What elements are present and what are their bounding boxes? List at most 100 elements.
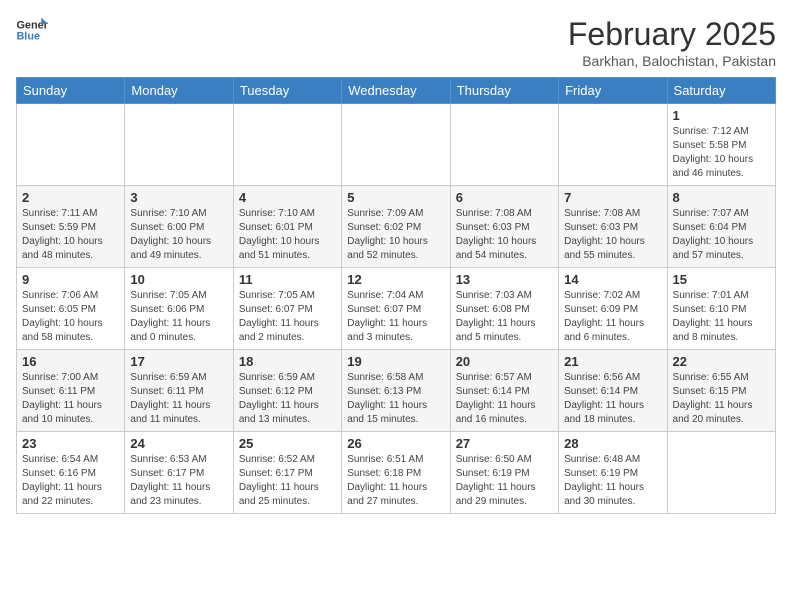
calendar-cell (559, 104, 667, 186)
day-info: Sunrise: 6:59 AM Sunset: 6:11 PM Dayligh… (130, 371, 227, 427)
day-number: 26 (347, 436, 444, 451)
calendar-cell: 21 Sunrise: 6:56 AM Sunset: 6:14 PM Dayli… (559, 350, 667, 432)
day-number: 5 (347, 190, 444, 205)
calendar-cell: 8 Sunrise: 7:07 AM Sunset: 6:04 PM Daylig… (667, 186, 775, 268)
day-info: Sunrise: 7:09 AM Sunset: 6:02 PM Dayligh… (347, 207, 444, 263)
day-number: 6 (456, 190, 553, 205)
calendar-cell: 11 Sunrise: 7:05 AM Sunset: 6:07 PM Dayli… (233, 268, 341, 350)
day-number: 27 (456, 436, 553, 451)
day-info: Sunrise: 7:05 AM Sunset: 6:07 PM Dayligh… (239, 289, 336, 345)
calendar-cell: 2 Sunrise: 7:11 AM Sunset: 5:59 PM Daylig… (17, 186, 125, 268)
calendar-cell: 25Sunrise: 6:52 AM Sunset: 6:17 PM Dayli… (233, 432, 341, 514)
day-number: 28 (564, 436, 661, 451)
day-info: Sunrise: 7:02 AM Sunset: 6:09 PM Dayligh… (564, 289, 661, 345)
day-number: 9 (22, 272, 119, 287)
calendar-week-4: 16Sunrise: 7:00 AM Sunset: 6:11 PM Dayli… (17, 350, 776, 432)
calendar-subtitle: Barkhan, Balochistan, Pakistan (568, 53, 776, 69)
calendar-cell (125, 104, 233, 186)
day-number: 15 (673, 272, 770, 287)
day-info: Sunrise: 7:04 AM Sunset: 6:07 PM Dayligh… (347, 289, 444, 345)
day-info: Sunrise: 7:08 AM Sunset: 6:03 PM Dayligh… (564, 207, 661, 263)
day-info: Sunrise: 7:08 AM Sunset: 6:03 PM Dayligh… (456, 207, 553, 263)
weekday-header-saturday: Saturday (667, 78, 775, 104)
day-info: Sunrise: 7:07 AM Sunset: 6:04 PM Dayligh… (673, 207, 770, 263)
day-number: 14 (564, 272, 661, 287)
calendar-week-5: 23Sunrise: 6:54 AM Sunset: 6:16 PM Dayli… (17, 432, 776, 514)
day-info: Sunrise: 7:01 AM Sunset: 6:10 PM Dayligh… (673, 289, 770, 345)
calendar-cell (17, 104, 125, 186)
calendar-cell (450, 104, 558, 186)
calendar-cell: 6 Sunrise: 7:08 AM Sunset: 6:03 PM Daylig… (450, 186, 558, 268)
calendar-cell: 12 Sunrise: 7:04 AM Sunset: 6:07 PM Dayli… (342, 268, 450, 350)
calendar-week-3: 9Sunrise: 7:06 AM Sunset: 6:05 PM Daylig… (17, 268, 776, 350)
calendar-cell (342, 104, 450, 186)
calendar-cell (667, 432, 775, 514)
weekday-header-row: SundayMondayTuesdayWednesdayThursdayFrid… (17, 78, 776, 104)
day-number: 25 (239, 436, 336, 451)
calendar-cell: 23Sunrise: 6:54 AM Sunset: 6:16 PM Dayli… (17, 432, 125, 514)
weekday-header-sunday: Sunday (17, 78, 125, 104)
calendar-cell: 15 Sunrise: 7:01 AM Sunset: 6:10 PM Dayli… (667, 268, 775, 350)
calendar-cell: 20 Sunrise: 6:57 AM Sunset: 6:14 PM Dayli… (450, 350, 558, 432)
logo: General Blue (16, 16, 48, 44)
day-number: 13 (456, 272, 553, 287)
day-number: 20 (456, 354, 553, 369)
logo-icon: General Blue (16, 16, 48, 44)
day-info: Sunrise: 6:56 AM Sunset: 6:14 PM Dayligh… (564, 371, 661, 427)
weekday-header-wednesday: Wednesday (342, 78, 450, 104)
day-info: Sunrise: 7:10 AM Sunset: 6:00 PM Dayligh… (130, 207, 227, 263)
calendar-cell: 28 Sunrise: 6:48 AM Sunset: 6:19 PM Dayli… (559, 432, 667, 514)
day-info: Sunrise: 7:12 AM Sunset: 5:58 PM Dayligh… (673, 125, 770, 181)
calendar-week-1: 1Sunrise: 7:12 AM Sunset: 5:58 PM Daylig… (17, 104, 776, 186)
calendar-cell: 26 Sunrise: 6:51 AM Sunset: 6:18 PM Dayli… (342, 432, 450, 514)
day-info: Sunrise: 6:50 AM Sunset: 6:19 PM Dayligh… (456, 453, 553, 509)
day-number: 10 (130, 272, 227, 287)
calendar-cell: 3 Sunrise: 7:10 AM Sunset: 6:00 PM Daylig… (125, 186, 233, 268)
day-info: Sunrise: 7:11 AM Sunset: 5:59 PM Dayligh… (22, 207, 119, 263)
day-number: 17 (130, 354, 227, 369)
calendar-cell: 1Sunrise: 7:12 AM Sunset: 5:58 PM Daylig… (667, 104, 775, 186)
day-number: 3 (130, 190, 227, 205)
day-info: Sunrise: 7:03 AM Sunset: 6:08 PM Dayligh… (456, 289, 553, 345)
calendar-cell: 10Sunrise: 7:05 AM Sunset: 6:06 PM Dayli… (125, 268, 233, 350)
day-number: 19 (347, 354, 444, 369)
day-info: Sunrise: 6:57 AM Sunset: 6:14 PM Dayligh… (456, 371, 553, 427)
day-number: 22 (673, 354, 770, 369)
day-info: Sunrise: 6:55 AM Sunset: 6:15 PM Dayligh… (673, 371, 770, 427)
calendar-week-2: 2 Sunrise: 7:11 AM Sunset: 5:59 PM Daylig… (17, 186, 776, 268)
day-info: Sunrise: 6:53 AM Sunset: 6:17 PM Dayligh… (130, 453, 227, 509)
weekday-header-friday: Friday (559, 78, 667, 104)
day-number: 2 (22, 190, 119, 205)
calendar-title: February 2025 (568, 16, 776, 53)
calendar-cell: 17 Sunrise: 6:59 AM Sunset: 6:11 PM Dayli… (125, 350, 233, 432)
day-info: Sunrise: 6:58 AM Sunset: 6:13 PM Dayligh… (347, 371, 444, 427)
day-number: 18 (239, 354, 336, 369)
calendar-table: SundayMondayTuesdayWednesdayThursdayFrid… (16, 77, 776, 514)
svg-text:Blue: Blue (16, 30, 40, 42)
day-number: 8 (673, 190, 770, 205)
calendar-cell: 16Sunrise: 7:00 AM Sunset: 6:11 PM Dayli… (17, 350, 125, 432)
day-number: 21 (564, 354, 661, 369)
day-number: 4 (239, 190, 336, 205)
weekday-header-monday: Monday (125, 78, 233, 104)
calendar-cell: 19 Sunrise: 6:58 AM Sunset: 6:13 PM Dayli… (342, 350, 450, 432)
day-number: 12 (347, 272, 444, 287)
title-block: February 2025 Barkhan, Balochistan, Paki… (568, 16, 776, 69)
day-info: Sunrise: 7:10 AM Sunset: 6:01 PM Dayligh… (239, 207, 336, 263)
weekday-header-thursday: Thursday (450, 78, 558, 104)
calendar-cell: 9Sunrise: 7:06 AM Sunset: 6:05 PM Daylig… (17, 268, 125, 350)
day-number: 11 (239, 272, 336, 287)
calendar-cell: 4 Sunrise: 7:10 AM Sunset: 6:01 PM Daylig… (233, 186, 341, 268)
calendar-cell: 13 Sunrise: 7:03 AM Sunset: 6:08 PM Dayli… (450, 268, 558, 350)
day-info: Sunrise: 6:59 AM Sunset: 6:12 PM Dayligh… (239, 371, 336, 427)
day-number: 23 (22, 436, 119, 451)
calendar-cell: 5 Sunrise: 7:09 AM Sunset: 6:02 PM Daylig… (342, 186, 450, 268)
day-info: Sunrise: 6:51 AM Sunset: 6:18 PM Dayligh… (347, 453, 444, 509)
calendar-cell: 7Sunrise: 7:08 AM Sunset: 6:03 PM Daylig… (559, 186, 667, 268)
day-info: Sunrise: 6:48 AM Sunset: 6:19 PM Dayligh… (564, 453, 661, 509)
calendar-cell: 24Sunrise: 6:53 AM Sunset: 6:17 PM Dayli… (125, 432, 233, 514)
page-header: General Blue February 2025 Barkhan, Balo… (16, 16, 776, 69)
calendar-cell: 18 Sunrise: 6:59 AM Sunset: 6:12 PM Dayli… (233, 350, 341, 432)
calendar-cell: 27 Sunrise: 6:50 AM Sunset: 6:19 PM Dayli… (450, 432, 558, 514)
day-number: 16 (22, 354, 119, 369)
